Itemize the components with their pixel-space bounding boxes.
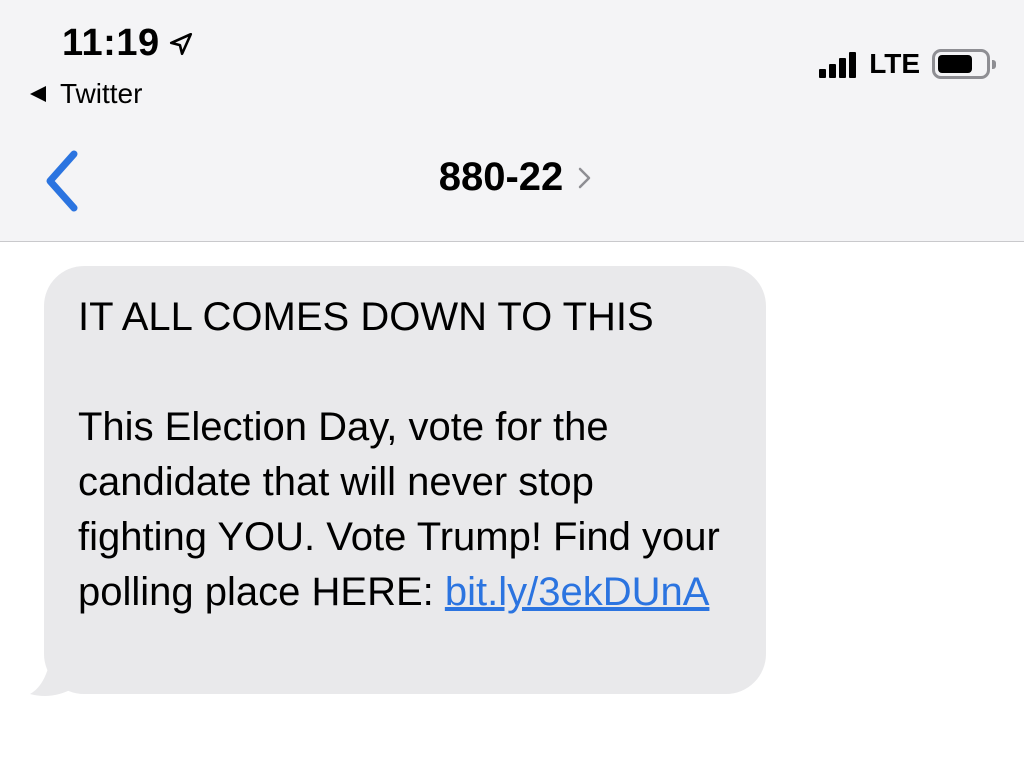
message-title: IT ALL COMES DOWN TO THIS [78, 295, 654, 339]
battery-icon [932, 49, 996, 79]
location-arrow-icon [169, 32, 192, 55]
back-triangle-icon [30, 86, 46, 102]
contact-name: 880-22 [438, 155, 564, 199]
back-to-app-label: Twitter [60, 78, 143, 109]
status-time-group: 11:19 [62, 22, 194, 65]
chevron-right-icon [579, 167, 591, 188]
back-to-app-button[interactable]: Twitter [30, 78, 142, 110]
status-indicators: LTE [819, 48, 996, 80]
message-bubble[interactable]: IT ALL COMES DOWN TO THIS This Election … [44, 266, 766, 694]
contact-info-button[interactable]: 880-22 [0, 155, 1024, 200]
status-time: 11:19 [62, 22, 160, 64]
network-type: LTE [869, 48, 920, 79]
conversation-header: 11:19 Twitter LTE 880-22 [0, 0, 1024, 242]
cellular-signal-icon [819, 50, 859, 78]
message-link[interactable]: bit.ly/3ekDUnA [445, 570, 710, 614]
